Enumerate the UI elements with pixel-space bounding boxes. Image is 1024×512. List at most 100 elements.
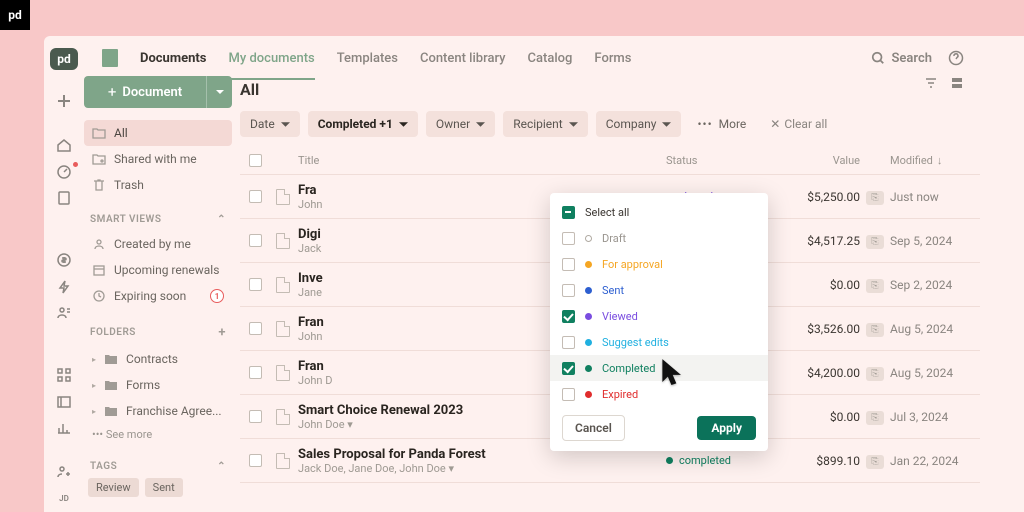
sv-created[interactable]: Created by me [84, 231, 232, 257]
tab-forms[interactable]: Forms [594, 37, 631, 80]
opt-completed[interactable]: Completed [550, 355, 768, 381]
table-header: Title Status Value Modified↓ [240, 147, 980, 175]
row-checkbox[interactable] [249, 278, 262, 291]
tags-header[interactable]: TAGS⌃ [84, 461, 232, 472]
row-action-icon[interactable]: ⎘ [866, 455, 884, 469]
bolt-icon[interactable] [44, 274, 84, 300]
row-action-icon[interactable]: ⎘ [866, 235, 884, 249]
smartviews-header[interactable]: SMART VIEWS⌃ [84, 214, 232, 225]
opt-suggest-edits[interactable]: Suggest edits [550, 329, 768, 355]
tab-templates[interactable]: Templates [337, 37, 398, 80]
filter-owner[interactable]: Owner [426, 111, 495, 137]
dashboard-icon[interactable] [44, 158, 84, 184]
nav-trash[interactable]: Trash [84, 172, 232, 198]
tab-content-library[interactable]: Content library [420, 37, 506, 80]
col-modified[interactable]: Modified↓ [890, 154, 980, 167]
plus-icon[interactable] [44, 88, 84, 114]
row-action-icon[interactable]: ⎘ [866, 411, 884, 425]
nav-all[interactable]: All [84, 120, 232, 146]
folder-contracts[interactable]: ▸Contracts [84, 346, 232, 372]
filter-bar: Date Completed +1 Owner Recipient Compan… [240, 111, 980, 137]
checkbox[interactable] [562, 284, 575, 297]
status-badge: completed [666, 454, 776, 467]
row-action-icon[interactable]: ⎘ [866, 279, 884, 293]
row-checkbox[interactable] [249, 366, 262, 379]
folders-header[interactable]: FOLDERS+ [84, 325, 232, 340]
settings-user-icon[interactable] [44, 459, 84, 485]
checkbox[interactable] [562, 206, 575, 219]
new-doc-caret-icon[interactable] [206, 76, 232, 108]
opt-viewed[interactable]: Viewed [550, 303, 768, 329]
people-icon[interactable] [44, 300, 84, 326]
clear-all-button[interactable]: ✕Clear all [762, 117, 835, 131]
checkbox[interactable] [562, 336, 575, 349]
col-title[interactable]: Title [298, 154, 666, 167]
filter-more[interactable]: •••More [689, 117, 754, 131]
sidebar: +Document All Shared with me Trash SMART… [84, 76, 232, 512]
row-modified: Sep 2, 2024 [890, 278, 980, 292]
tag-sent[interactable]: Sent [145, 478, 183, 497]
apps-icon[interactable] [44, 362, 84, 388]
nav-shared[interactable]: Shared with me [84, 146, 232, 172]
checkbox[interactable] [562, 362, 575, 375]
plus-icon[interactable]: + [218, 325, 226, 340]
reports-icon[interactable] [44, 415, 84, 441]
tab-catalog[interactable]: Catalog [528, 37, 573, 80]
opt-draft[interactable]: Draft [550, 225, 768, 251]
opt-sent[interactable]: Sent [550, 277, 768, 303]
home-icon[interactable] [44, 132, 84, 158]
help-icon[interactable] [948, 50, 964, 66]
filter-settings-icon[interactable] [924, 76, 938, 90]
avatar[interactable]: JD [44, 486, 84, 512]
folder-franchise[interactable]: ▸Franchise Agree... [84, 398, 232, 424]
apply-button[interactable]: Apply [697, 416, 756, 440]
row-modified: Aug 5, 2024 [890, 322, 980, 336]
row-value: $4,517.25 [776, 234, 860, 248]
user-icon [92, 237, 106, 251]
doc-icon [276, 277, 290, 293]
row-checkbox[interactable] [249, 410, 262, 423]
app-logo[interactable]: pd [50, 48, 78, 70]
row-action-icon[interactable]: ⎘ [866, 367, 884, 381]
filter-date[interactable]: Date [240, 111, 300, 137]
see-more[interactable]: ••• See more [84, 424, 232, 445]
library-icon[interactable] [44, 389, 84, 415]
opt-expired[interactable]: Expired [550, 381, 768, 407]
row-value: $0.00 [776, 278, 860, 292]
row-checkbox[interactable] [249, 322, 262, 335]
tab-my-documents[interactable]: My documents [229, 37, 315, 80]
sv-renewals[interactable]: Upcoming renewals [84, 257, 232, 283]
money-icon[interactable] [44, 247, 84, 273]
view-toggle-icon[interactable] [950, 76, 964, 90]
col-value[interactable]: Value [776, 154, 860, 167]
opt-for-approval[interactable]: For approval [550, 251, 768, 277]
row-action-icon[interactable]: ⎘ [866, 323, 884, 337]
doc-icon [276, 189, 290, 205]
doc-icon [276, 453, 290, 469]
col-status[interactable]: Status [666, 154, 776, 167]
filter-recipient[interactable]: Recipient [503, 111, 588, 137]
row-checkbox[interactable] [249, 454, 262, 467]
new-document-button[interactable]: +Document [84, 76, 232, 108]
select-all-checkbox[interactable] [249, 154, 262, 167]
tag-review[interactable]: Review [88, 478, 139, 497]
opt-select-all[interactable]: Select all [550, 199, 768, 225]
filter-company[interactable]: Company [596, 111, 682, 137]
status-filter-popover: Select all Draft For approval Sent Viewe… [550, 193, 768, 451]
search-button[interactable]: Search [871, 51, 932, 66]
row-action-icon[interactable]: ⎘ [866, 191, 884, 205]
row-checkbox[interactable] [249, 190, 262, 203]
docs-icon[interactable] [44, 185, 84, 211]
cancel-button[interactable]: Cancel [562, 415, 625, 441]
checkbox[interactable] [562, 310, 575, 323]
row-checkbox[interactable] [249, 234, 262, 247]
folder-forms[interactable]: ▸Forms [84, 372, 232, 398]
sv-expiring[interactable]: Expiring soon1 [84, 283, 232, 309]
row-value: $899.10 [776, 454, 860, 468]
checkbox[interactable] [562, 258, 575, 271]
row-modified: Jul 3, 2024 [890, 410, 980, 424]
checkbox[interactable] [562, 388, 575, 401]
checkbox[interactable] [562, 232, 575, 245]
tab-documents[interactable]: Documents [140, 37, 207, 80]
filter-status[interactable]: Completed +1 [308, 111, 418, 137]
